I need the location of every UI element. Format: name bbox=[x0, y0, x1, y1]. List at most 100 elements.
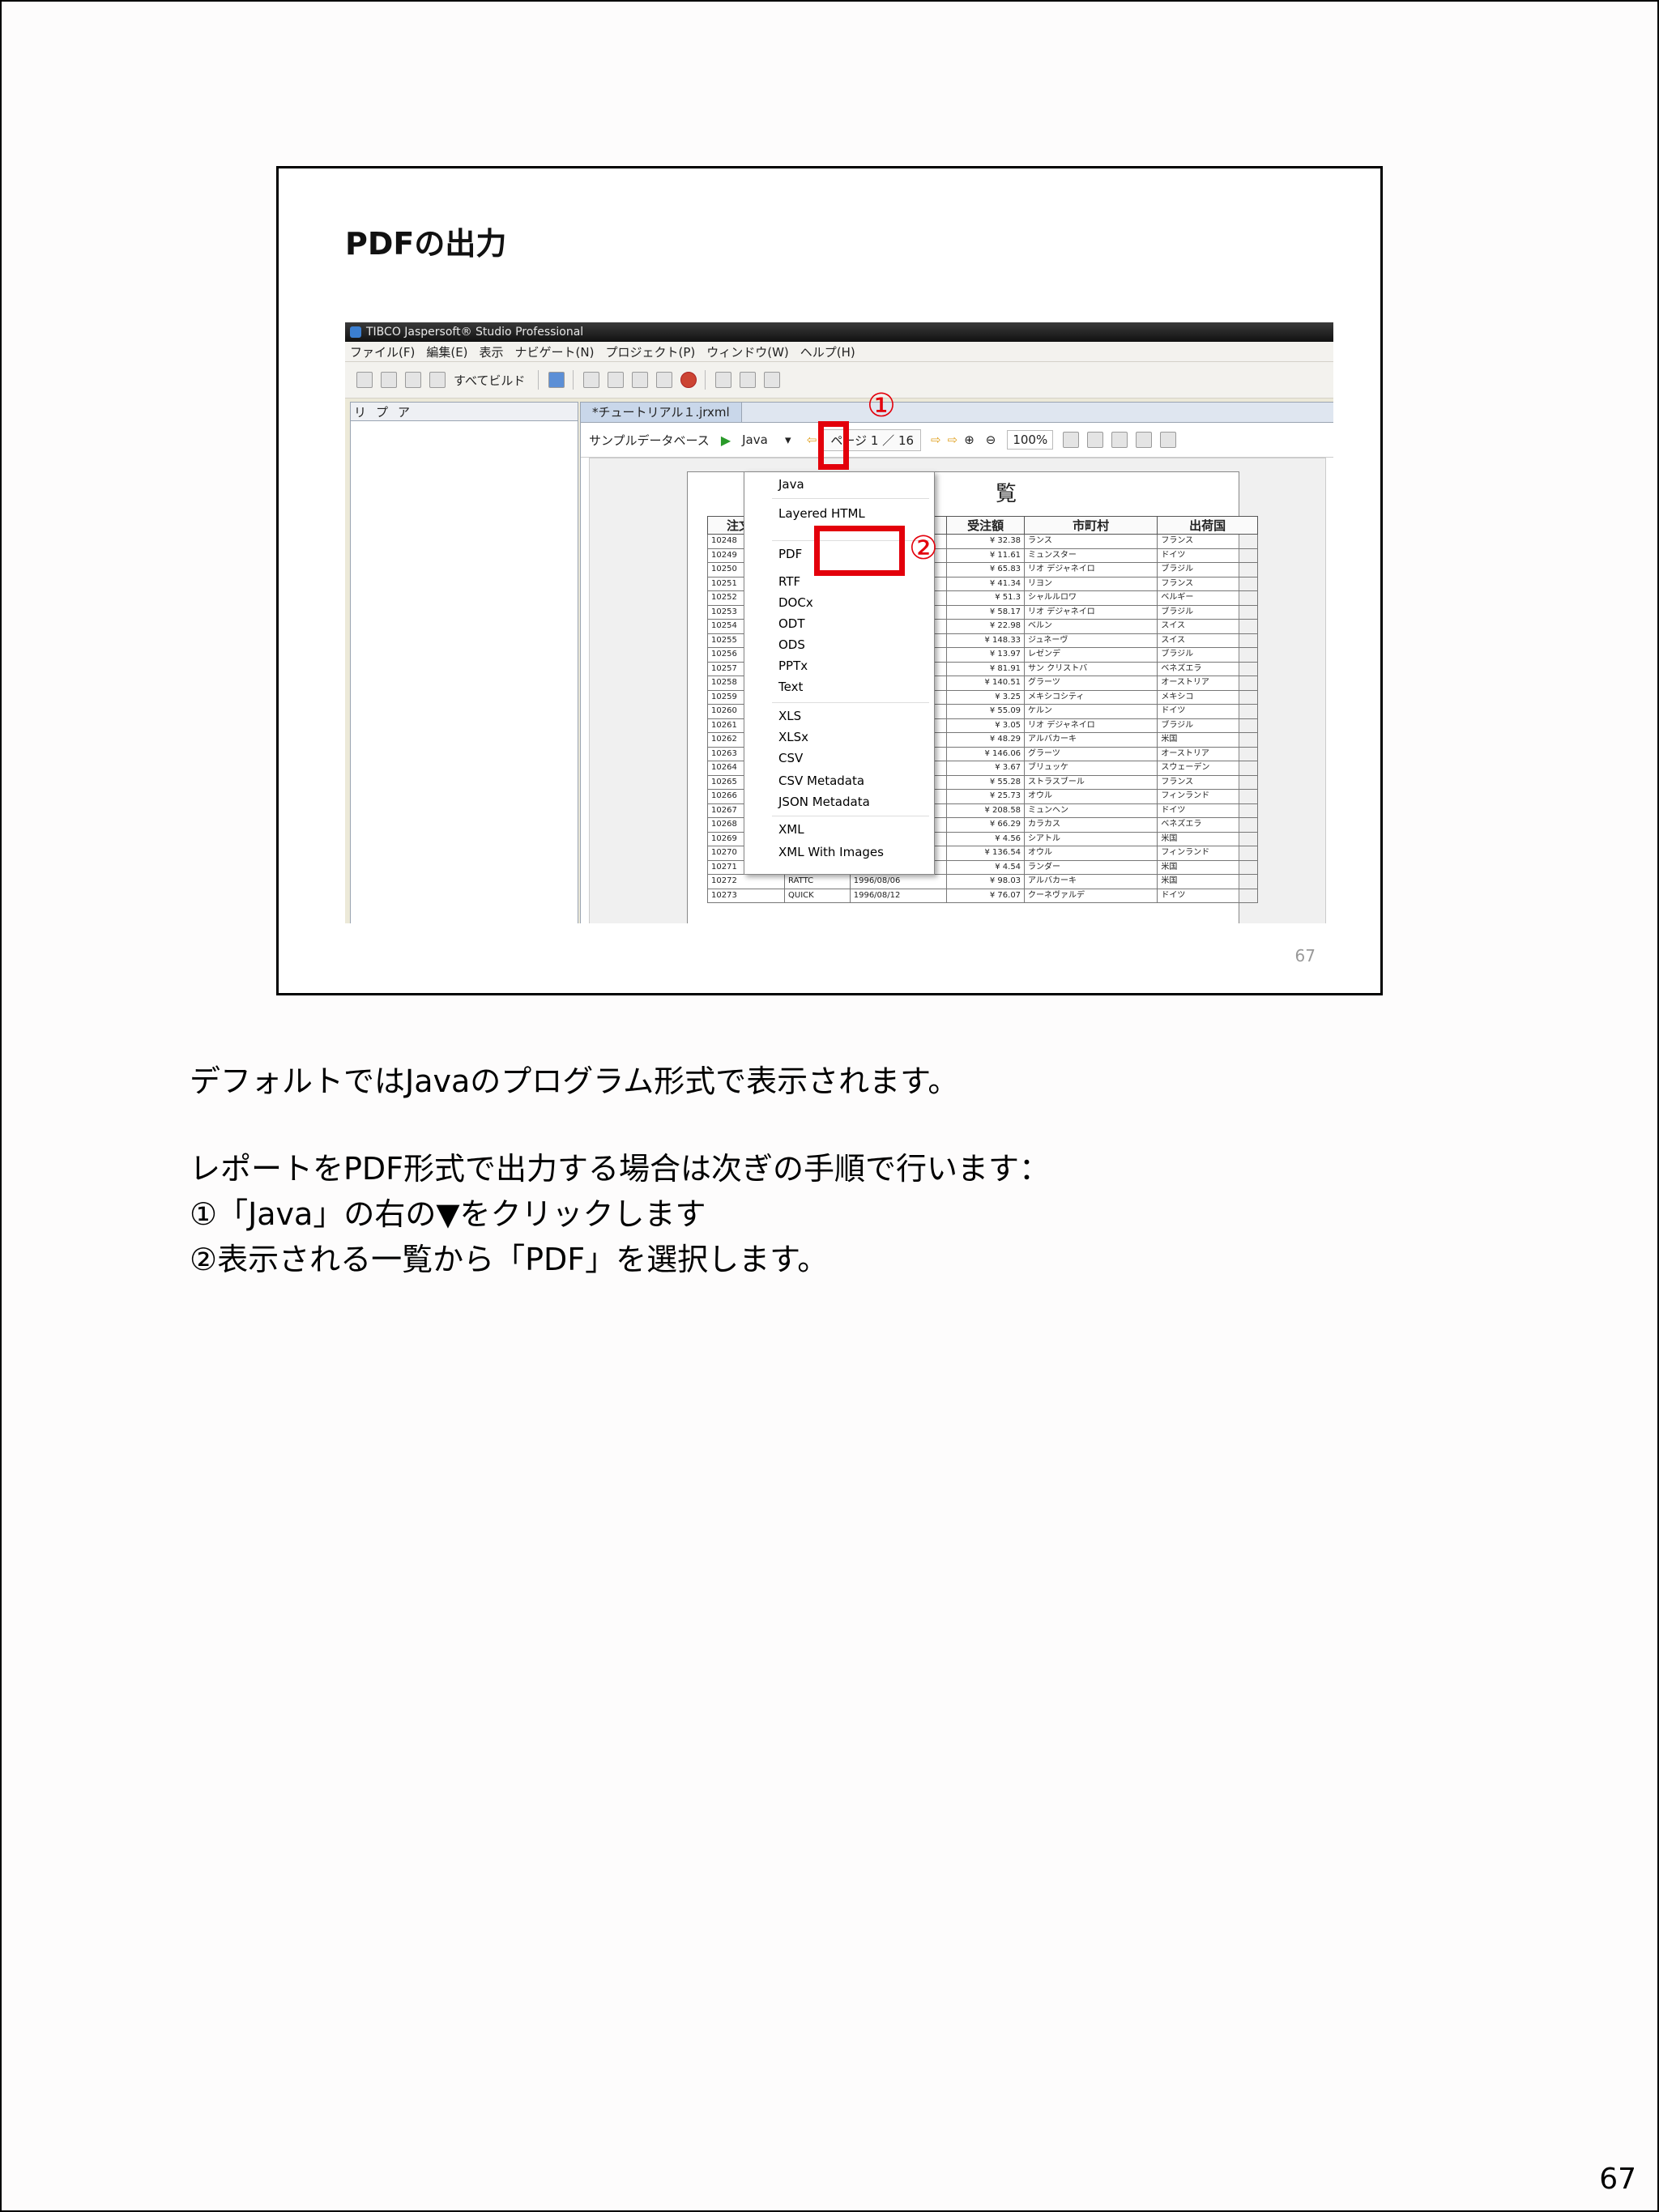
tab-repository[interactable]: リ bbox=[354, 403, 366, 420]
table-cell: ¥ 41.34 bbox=[946, 576, 1026, 591]
document-icon[interactable] bbox=[583, 372, 600, 388]
table-cell: 10273 bbox=[706, 888, 786, 903]
dropdown-item-xlsx[interactable]: XLSx bbox=[778, 730, 808, 744]
table-cell: リヨン bbox=[1024, 576, 1158, 591]
table-cell: フランス bbox=[1157, 774, 1258, 790]
table-cell: カラカス bbox=[1024, 817, 1158, 833]
fit-page-icon[interactable] bbox=[1063, 432, 1080, 448]
new-icon[interactable] bbox=[356, 372, 373, 388]
left-panel-tabs: リ プ ア bbox=[351, 403, 578, 421]
menu-project[interactable]: プロジェクト(P) bbox=[605, 343, 695, 360]
debug-icon[interactable] bbox=[680, 372, 697, 388]
report-editor: *チュートリアル１.jrxml サンプルデータベース ▶ Java ▾ ⇦ ペー… bbox=[580, 402, 1333, 923]
table-cell: オウル bbox=[1024, 789, 1158, 804]
print-icon[interactable] bbox=[429, 372, 446, 388]
dropdown-item-csv-metadata[interactable]: CSV Metadata bbox=[778, 774, 864, 788]
dropdown-item-json-metadata[interactable]: JSON Metadata bbox=[778, 795, 870, 809]
forward-icon[interactable] bbox=[764, 372, 781, 388]
report-icon[interactable] bbox=[608, 372, 625, 388]
table-cell: オウル bbox=[1024, 846, 1158, 861]
table-cell: フランス bbox=[1157, 576, 1258, 591]
dropdown-item-csv[interactable]: CSV bbox=[778, 751, 803, 765]
table-cell: グラーツ bbox=[1024, 676, 1158, 691]
dropdown-item-odt[interactable]: ODT bbox=[778, 616, 805, 631]
build-all-button[interactable]: すべてビルド bbox=[454, 372, 525, 389]
table-cell: サン クリストバ bbox=[1024, 661, 1158, 676]
toolbar-separator bbox=[573, 370, 574, 390]
dropdown-item-ods[interactable]: ODS bbox=[778, 637, 805, 652]
dropdown-item-xml-with-images[interactable]: XML With Images bbox=[778, 845, 884, 859]
table-cell: ¥ 66.29 bbox=[946, 817, 1026, 833]
dropdown-item-pdf[interactable]: PDF bbox=[778, 547, 802, 561]
table-cell: 米国 bbox=[1157, 831, 1258, 846]
zoom-select[interactable]: 100% bbox=[1007, 430, 1054, 450]
dropdown-item-layered-html[interactable]: Layered HTML bbox=[778, 506, 865, 521]
table-cell: ¥ 11.61 bbox=[946, 548, 1026, 563]
dataset-icon[interactable] bbox=[632, 372, 649, 388]
save-report-icon[interactable] bbox=[1160, 432, 1177, 448]
table-row: 10273 QUICK 1996/08/12 ¥ 76.07 クーネヴァルデ ドイツ bbox=[706, 888, 1258, 903]
dropdown-item-pptx[interactable]: PPTx bbox=[778, 658, 808, 673]
menu-view[interactable]: 表示 bbox=[480, 343, 504, 360]
dropdown-item-xls[interactable]: XLS bbox=[778, 709, 801, 723]
table-cell: ミュンスター bbox=[1024, 548, 1158, 563]
dropdown-item-text[interactable]: Text bbox=[778, 680, 803, 694]
table-cell: ¥ 22.98 bbox=[946, 619, 1026, 634]
table-cell: ¥ 48.29 bbox=[946, 732, 1026, 748]
dropdown-item-rtf[interactable]: RTF bbox=[778, 574, 800, 589]
callout-one: ① bbox=[867, 387, 896, 424]
tab-tutorial-jrxml[interactable]: *チュートリアル１.jrxml bbox=[581, 403, 742, 422]
menu-window[interactable]: ウィンドウ(W) bbox=[706, 343, 789, 360]
tab-project[interactable]: プ bbox=[376, 403, 388, 420]
menu-navigate[interactable]: ナビゲート(N) bbox=[515, 343, 595, 360]
actual-size-icon[interactable] bbox=[1111, 432, 1128, 448]
pin-icon[interactable] bbox=[715, 372, 732, 388]
prev-page-icon[interactable]: ⇦ bbox=[807, 433, 817, 447]
report-title: 覧 bbox=[996, 482, 1017, 506]
last-page-icon[interactable]: ⇨ bbox=[948, 433, 958, 447]
datasource-select[interactable]: サンプルデータベース bbox=[589, 432, 710, 449]
menu-edit[interactable]: 編集(E) bbox=[426, 343, 467, 360]
table-cell: リオ デジャネイロ bbox=[1024, 604, 1158, 620]
fit-width-icon[interactable] bbox=[1087, 432, 1104, 448]
run-icon[interactable]: ▶ bbox=[721, 433, 731, 448]
next-page-icon[interactable]: ⇨ bbox=[931, 433, 941, 447]
search-icon[interactable] bbox=[548, 372, 565, 388]
table-cell: クーネヴァルデ bbox=[1024, 888, 1158, 903]
table-cell: フィンランド bbox=[1157, 789, 1258, 804]
table-cell: ¥ 76.07 bbox=[946, 888, 1026, 903]
table-cell: ¥ 81.91 bbox=[946, 661, 1026, 676]
main-toolbar: すべてビルド bbox=[345, 362, 1333, 399]
dropdown-item-docx[interactable]: DOCx bbox=[778, 595, 813, 610]
edit-icon[interactable] bbox=[656, 372, 673, 388]
menu-file[interactable]: ファイル(F) bbox=[350, 343, 415, 360]
format-dropdown-arrow[interactable]: ▾ bbox=[779, 428, 797, 452]
dropdown-item-java[interactable]: Java bbox=[778, 477, 804, 492]
save-icon[interactable] bbox=[381, 372, 397, 388]
preview-toolbar: サンプルデータベース ▶ Java ▾ ⇦ ページ 1 ／ 16 ⇨ ⇨ ⊕ ⊖… bbox=[581, 423, 1333, 458]
back-icon[interactable] bbox=[740, 372, 757, 388]
table-cell: ¥ 51.3 bbox=[946, 590, 1026, 606]
table-cell: ランダー bbox=[1024, 859, 1158, 875]
zoom-out-icon[interactable]: ⊖ bbox=[986, 433, 996, 447]
table-cell: ブラジル bbox=[1157, 604, 1258, 620]
format-select[interactable]: Java bbox=[742, 433, 768, 447]
table-cell: ブリュッケ bbox=[1024, 761, 1158, 776]
table-cell: ¥ 3.05 bbox=[946, 718, 1026, 733]
editor-tabs: *チュートリアル１.jrxml bbox=[581, 403, 1333, 423]
table-cell: ブラジル bbox=[1157, 562, 1258, 578]
table-cell: ケルン bbox=[1024, 704, 1158, 719]
export-icon[interactable] bbox=[1136, 432, 1153, 448]
table-cell: ブラジル bbox=[1157, 718, 1258, 733]
left-panel: リ プ ア bbox=[350, 402, 578, 923]
tab-outline[interactable]: ア bbox=[398, 403, 410, 420]
zoom-in-icon[interactable]: ⊕ bbox=[964, 433, 975, 447]
save-all-icon[interactable] bbox=[405, 372, 421, 388]
table-header-cell: 出荷国 bbox=[1157, 516, 1258, 535]
dropdown-item-xml[interactable]: XML bbox=[778, 822, 804, 837]
table-cell: 1996/08/06 bbox=[849, 874, 948, 889]
table-cell: ベルギー bbox=[1157, 590, 1258, 606]
menu-help[interactable]: ヘルプ(H) bbox=[800, 343, 855, 360]
table-cell: シアトル bbox=[1024, 831, 1158, 846]
table-row: 10272 RATTC 1996/08/06 ¥ 98.03 アルバカーキ 米国 bbox=[706, 874, 1258, 889]
